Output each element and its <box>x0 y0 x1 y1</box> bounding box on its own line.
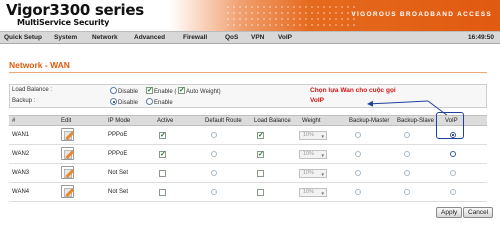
backup-master-radio[interactable] <box>355 170 361 176</box>
voip-column-highlight <box>436 112 464 139</box>
wan-name: WAN3 <box>12 170 30 176</box>
weight-value: 10% <box>303 132 315 138</box>
backup-slave-radio[interactable] <box>404 132 410 138</box>
default-route-radio[interactable] <box>211 189 217 195</box>
voip-radio[interactable] <box>450 189 456 195</box>
table-row: WAN2 PPPoE 10% ▼ <box>9 145 487 164</box>
chevron-down-icon: ▼ <box>320 153 325 158</box>
col-header-load-balance: Load Balance <box>254 118 291 124</box>
table-row: WAN1 PPPoE 10% ▼ <box>9 126 487 145</box>
load-balance-checkbox[interactable] <box>257 131 264 139</box>
weight-value: 10% <box>303 170 315 176</box>
cancel-button[interactable]: Cancel <box>463 207 494 218</box>
col-header-backup-master: Backup-Master <box>349 118 390 124</box>
weight-value: 10% <box>303 151 315 157</box>
annotation-arrow-line <box>367 100 429 107</box>
voip-radio[interactable] <box>450 170 456 176</box>
chevron-down-icon: ▼ <box>320 134 325 139</box>
apply-button[interactable]: Apply <box>436 207 463 218</box>
edit-icon[interactable] <box>61 185 74 198</box>
table-row: WAN3 Not Set 10% ▼ <box>9 164 487 183</box>
edit-icon[interactable] <box>61 128 74 141</box>
ip-mode: Not Set <box>108 189 129 195</box>
col-header-active: Active <box>157 118 174 124</box>
backup-slave-radio[interactable] <box>404 189 410 195</box>
active-checkbox[interactable] <box>159 150 166 158</box>
col-header-default-route: Default Route <box>205 118 242 124</box>
col-header-ip-mode: IP Mode <box>108 118 131 124</box>
backup-master-radio[interactable] <box>355 151 361 157</box>
col-header-edit: Edit <box>61 118 72 124</box>
backup-master-radio[interactable] <box>355 132 361 138</box>
weight-select[interactable]: 10% ▼ <box>299 131 327 140</box>
default-route-radio[interactable] <box>211 132 217 138</box>
chevron-down-icon: ▼ <box>320 172 325 177</box>
ip-mode: PPPoE <box>108 132 128 138</box>
wan-table-header: # Edit IP Mode Active Default Route Load… <box>9 115 487 126</box>
active-checkbox[interactable] <box>159 131 166 139</box>
table-row: WAN4 Not Set 10% ▼ <box>9 183 487 202</box>
load-balance-checkbox[interactable] <box>257 189 264 196</box>
default-route-radio[interactable] <box>211 170 217 176</box>
voip-radio[interactable] <box>450 151 456 157</box>
weight-select[interactable]: 10% ▼ <box>299 150 327 159</box>
backup-slave-radio[interactable] <box>404 170 410 176</box>
load-balance-checkbox[interactable] <box>257 170 264 177</box>
load-balance-checkbox[interactable] <box>257 150 264 158</box>
wan-name: WAN4 <box>12 189 30 195</box>
weight-value: 10% <box>303 189 315 195</box>
col-header-index: # <box>12 118 16 124</box>
ip-mode: Not Set <box>108 170 129 176</box>
edit-icon[interactable] <box>61 147 74 160</box>
backup-master-radio[interactable] <box>355 189 361 195</box>
wan-name: WAN2 <box>12 151 30 157</box>
chevron-down-icon: ▼ <box>320 191 325 196</box>
active-checkbox[interactable] <box>159 189 166 196</box>
wan-table: # Edit IP Mode Active Default Route Load… <box>9 115 487 202</box>
default-route-radio[interactable] <box>211 151 217 157</box>
weight-select[interactable]: 10% ▼ <box>299 169 327 178</box>
wan-name: WAN1 <box>12 132 30 138</box>
backup-slave-radio[interactable] <box>404 151 410 157</box>
col-header-backup-slave: Backup-Slave <box>397 118 435 124</box>
weight-select[interactable]: 10% ▼ <box>299 188 327 197</box>
edit-icon[interactable] <box>61 166 74 179</box>
ip-mode: PPPoE <box>108 151 128 157</box>
router-admin-page: Vigor3300 series MultiService Security V… <box>0 0 500 220</box>
col-header-weight: Weight <box>302 118 321 124</box>
active-checkbox[interactable] <box>159 170 166 177</box>
